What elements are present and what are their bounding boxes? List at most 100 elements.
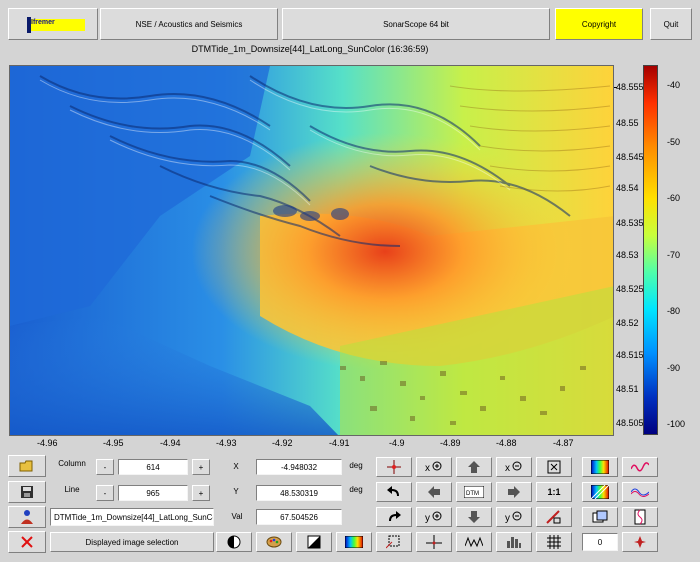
axis-cross-button[interactable] <box>416 532 452 552</box>
line-value-field[interactable]: 965 <box>118 485 188 501</box>
val-label: Val <box>231 511 243 521</box>
y-tick-label: 48.54 <box>616 183 639 193</box>
profile-compare-button[interactable] <box>622 482 658 502</box>
zoom-in-y-button[interactable]: y <box>416 507 452 527</box>
axis-cross-icon <box>426 535 442 549</box>
line-label: Line <box>64 484 80 494</box>
zoom-in-x-button[interactable]: x <box>416 457 452 477</box>
histogram-button[interactable] <box>496 532 532 552</box>
colortable-icon <box>591 460 609 474</box>
x-tick-label: -4.9 <box>389 438 405 448</box>
dtm-button[interactable]: DTM <box>456 482 492 502</box>
zoom-one-to-one-button[interactable]: 1:1 <box>536 482 572 502</box>
y-tick-label: 48.545 <box>616 152 644 162</box>
y-tick-label: 48.55 <box>616 118 639 128</box>
select-area-icon <box>386 535 400 549</box>
x-tick-label: -4.88 <box>496 438 517 448</box>
line-decrement-button[interactable]: - <box>96 485 114 501</box>
x-tick-label: -4.95 <box>103 438 124 448</box>
profile-compare-icon <box>631 488 649 497</box>
colorbar-tick-label: -100 <box>667 419 686 429</box>
profile-curve-button[interactable] <box>622 457 658 477</box>
colormap-gradient-icon <box>345 536 363 548</box>
y-unit-label: deg <box>349 484 363 494</box>
bathymetry-image <box>10 66 613 435</box>
move-left-button[interactable] <box>416 482 452 502</box>
y-label: Y <box>233 486 239 496</box>
nse-acoustics-button[interactable]: NSE / Acoustics and Seismics <box>100 8 278 40</box>
displayed-image-selection-button[interactable]: Displayed image selection <box>50 532 214 552</box>
close-button[interactable] <box>8 531 46 553</box>
fit-view-button[interactable] <box>536 457 572 477</box>
zoom-out-y-button[interactable]: y <box>496 507 532 527</box>
colorbar <box>643 65 658 435</box>
y-tick-label: 48.515 <box>616 350 644 360</box>
svg-text:x: x <box>425 463 430 474</box>
app-version-button[interactable]: SonarScope 64 bit <box>282 8 550 40</box>
arrow-right-icon <box>508 486 520 498</box>
y-tick-label: 48.555 <box>616 82 644 92</box>
window-copy-icon <box>592 510 608 523</box>
pin-marker-button[interactable] <box>622 532 658 552</box>
open-folder-button[interactable] <box>8 455 46 477</box>
counter-field[interactable]: 0 <box>582 533 618 551</box>
column-decrement-button[interactable]: - <box>96 459 114 475</box>
bathymetry-map[interactable] <box>9 65 614 436</box>
select-area-button[interactable] <box>376 532 412 552</box>
contrast-button[interactable] <box>216 532 252 552</box>
crosshair-button[interactable] <box>376 457 412 477</box>
logo-text: Ifremer <box>31 19 55 26</box>
window-copy-button[interactable] <box>582 507 618 527</box>
svg-text:y: y <box>505 513 510 524</box>
column-value-field[interactable]: 614 <box>118 459 188 475</box>
y-tick-label: 48.525 <box>616 284 644 294</box>
zoom-out-icon: x <box>505 461 522 474</box>
y-value-field: 48.530319 <box>256 485 342 501</box>
grid-button[interactable] <box>536 532 572 552</box>
colorbar-tick-label: -70 <box>667 250 681 260</box>
move-down-button[interactable] <box>456 507 492 527</box>
svg-text:y: y <box>425 513 430 524</box>
quit-button[interactable]: Quit <box>650 8 692 40</box>
floppy-disk-icon <box>21 486 33 498</box>
colormap-button[interactable] <box>336 532 372 552</box>
dtm-text: DTM <box>466 491 479 497</box>
shading-button[interactable] <box>296 532 332 552</box>
vertical-profile-icon <box>634 509 646 525</box>
redo-arrow-icon <box>389 511 401 521</box>
vertical-profile-button[interactable] <box>622 507 658 527</box>
colortable-button[interactable] <box>582 457 618 477</box>
pencil-region-icon <box>546 510 561 524</box>
paint-palette-icon <box>266 536 282 548</box>
redo-button[interactable] <box>376 507 412 527</box>
y-tick-label: 48.52 <box>616 318 639 328</box>
pin-marker-icon <box>634 536 646 548</box>
ifremer-logo[interactable]: Ifremer <box>8 8 98 40</box>
edit-region-button[interactable] <box>536 507 572 527</box>
colorbar-tick-label: -50 <box>667 137 681 147</box>
control-panel: Column - 614 + Line - 965 + DTMTide_1m_D… <box>8 455 692 555</box>
user-button[interactable] <box>8 506 46 528</box>
move-right-button[interactable] <box>496 482 532 502</box>
column-increment-button[interactable]: + <box>192 459 210 475</box>
palette-button[interactable] <box>256 532 292 552</box>
signal-plot-button[interactable] <box>456 532 492 552</box>
x-unit-label: deg <box>349 460 363 470</box>
colorbar-tick-label: -40 <box>667 80 681 90</box>
contrast-circle-icon <box>227 535 241 549</box>
move-up-button[interactable] <box>456 457 492 477</box>
colortable-stripes-button[interactable] <box>582 482 618 502</box>
zoom-out-x-button[interactable]: x <box>496 457 532 477</box>
copyright-button[interactable]: Copyright <box>555 8 643 40</box>
line-increment-button[interactable]: + <box>192 485 210 501</box>
image-name-field[interactable]: DTMTide_1m_Downsize[44]_LatLong_SunCo <box>50 508 214 526</box>
arrow-left-icon <box>428 486 440 498</box>
x-tick-label: -4.92 <box>272 438 293 448</box>
shading-square-icon <box>307 535 321 549</box>
zoom-in-icon: x <box>425 461 442 474</box>
save-button[interactable] <box>8 481 46 503</box>
x-value-field: -4.948032 <box>256 459 342 475</box>
profile-curve-icon <box>631 462 649 472</box>
undo-button[interactable] <box>376 482 412 502</box>
val-value-field: 67.504526 <box>256 509 342 525</box>
